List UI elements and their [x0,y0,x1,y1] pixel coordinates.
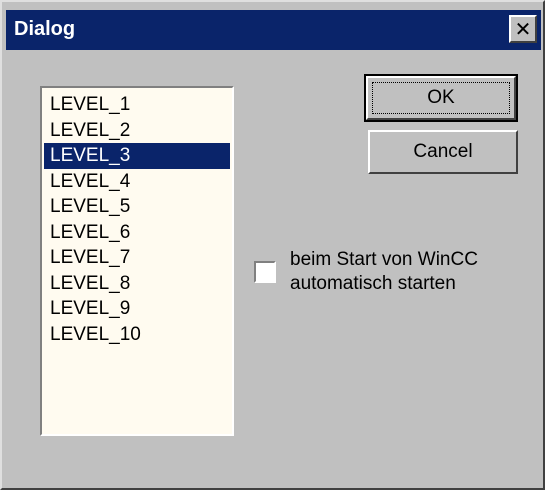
autostart-checkbox-label[interactable]: beim Start von WinCC automatisch starten [290,248,478,296]
list-item-level-7[interactable]: LEVEL_7 [44,245,230,271]
window-title: Dialog [14,18,76,40]
autostart-checkbox[interactable] [254,261,276,283]
cancel-button[interactable]: Cancel [368,130,518,174]
list-item-level-10[interactable]: LEVEL_10 [44,322,230,348]
autostart-label-line1: beim Start von WinCC [290,249,478,270]
close-button[interactable]: ✕ [509,15,537,43]
list-item-level-5[interactable]: LEVEL_5 [44,194,230,220]
level-listbox[interactable]: LEVEL_1 LEVEL_2 LEVEL_3 LEVEL_4 LEVEL_5 … [40,86,234,436]
list-item-level-9[interactable]: LEVEL_9 [44,296,230,322]
list-item-level-3[interactable]: LEVEL_3 [44,143,230,169]
cancel-button-label: Cancel [413,141,473,162]
focus-rectangle [372,82,510,114]
list-item-level-2[interactable]: LEVEL_2 [44,118,230,144]
list-item-level-1[interactable]: LEVEL_1 [44,92,230,118]
list-item-level-6[interactable]: LEVEL_6 [44,220,230,246]
close-icon: ✕ [514,17,532,41]
list-item-level-8[interactable]: LEVEL_8 [44,271,230,297]
autostart-label-line2: automatisch starten [290,273,456,294]
title-bar[interactable]: Dialog ✕ [6,10,541,50]
dialog-window: Dialog ✕ LEVEL_1 LEVEL_2 LEVEL_3 LEVEL_4… [0,0,545,490]
list-item-level-4[interactable]: LEVEL_4 [44,169,230,195]
ok-button[interactable]: OK [364,74,518,122]
